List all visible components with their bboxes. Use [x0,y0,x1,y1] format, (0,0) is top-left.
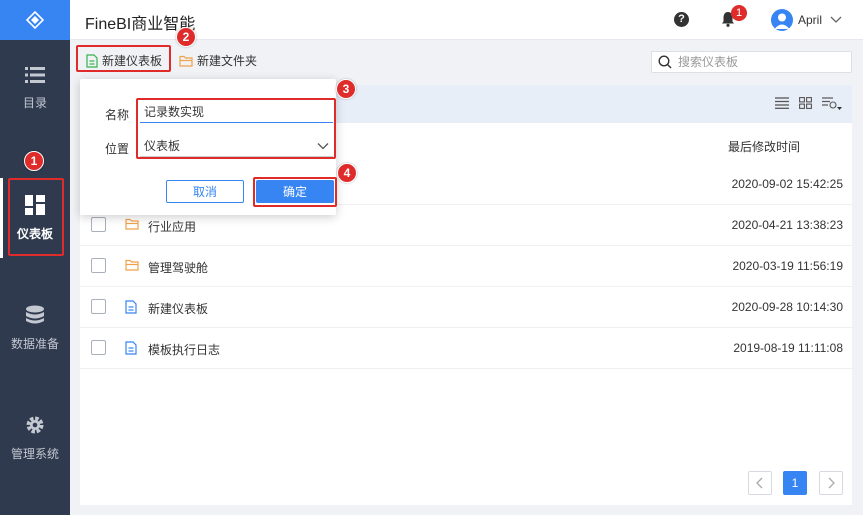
dashboard-file-icon [125,300,137,314]
list-view-icon[interactable] [775,97,789,109]
table-row[interactable]: 管理驾驶舱 2020-03-19 11:56:19 [80,246,852,287]
row-checkbox[interactable] [91,340,106,355]
sidebar-item-admin[interactable]: 管理系统 [0,398,70,478]
sidebar: 目录 仪表板 数据准备 管理系统 [0,0,70,515]
chevron-down-icon [317,143,329,150]
row-checkbox[interactable] [91,258,106,273]
sidebar-item-catalog[interactable]: 目录 [0,48,70,128]
row-name[interactable]: 行业应用 [148,218,196,235]
view-switcher [775,97,842,111]
avatar[interactable] [771,9,793,31]
location-select-value: 仪表板 [144,139,181,153]
notification-badge: 1 [731,5,747,21]
row-modified-time: 2019-08-19 11:11:08 [733,341,843,355]
confirm-button[interactable]: 确定 [256,180,334,203]
gear-icon [26,416,44,433]
new-dashboard-icon [86,53,98,68]
row-modified-time: 2020-04-21 13:38:23 [731,218,843,232]
location-select[interactable]: 仪表板 [140,135,333,157]
prev-page-button[interactable] [748,471,772,495]
table-row[interactable]: 新建仪表板 2020-09-28 10:14:30 [80,287,852,328]
row-name[interactable]: 管理驾驶舱 [148,259,208,276]
sidebar-item-label: 目录 [22,95,47,110]
dashboard-name-input[interactable] [140,101,333,123]
sidebar-item-label: 仪表板 [16,226,53,241]
page-button-current[interactable]: 1 [783,471,807,495]
folder-icon [125,218,139,230]
new-dashboard-button[interactable]: 新建仪表板 [86,52,162,69]
chevron-left-icon [756,477,763,489]
cancel-button[interactable]: 取消 [166,180,244,203]
dashboard-file-icon [125,341,137,355]
sort-icon[interactable] [822,97,842,111]
row-checkbox[interactable] [91,217,106,232]
folder-icon [179,55,193,67]
user-icon [774,13,790,29]
name-field-label: 名称 [105,108,130,122]
sidebar-item-dashboard[interactable]: 仪表板 [0,178,70,258]
chevron-down-icon[interactable] [830,13,842,25]
row-name[interactable]: 新建仪表板 [148,300,208,317]
step-badge-4: 4 [337,163,357,183]
sidebar-item-label: 数据准备 [10,336,59,351]
row-checkbox[interactable] [91,299,106,314]
user-name[interactable]: April [798,13,822,27]
list-icon [25,66,45,83]
folder-icon [125,259,139,271]
row-modified-time: 2020-09-28 10:14:30 [731,300,843,314]
search-input[interactable] [678,55,838,69]
row-name[interactable]: 模板执行日志 [148,341,220,358]
sidebar-item-label: 管理系统 [10,446,59,461]
dashboard-icon [25,194,45,215]
chevron-right-icon [828,477,835,489]
step-badge-2: 2 [176,27,196,47]
database-icon [26,305,44,323]
new-folder-button[interactable]: 新建文件夹 [179,52,257,69]
grid-view-icon[interactable] [799,97,812,109]
next-page-button[interactable] [819,471,843,495]
new-folder-label: 新建文件夹 [197,54,258,68]
column-header-modified[interactable]: 最后修改时间 [728,138,800,155]
step-badge-3: 3 [336,79,356,99]
logo[interactable] [0,0,70,40]
sidebar-item-data-prep[interactable]: 数据准备 [0,288,70,368]
step-badge-1: 1 [24,151,44,171]
search-box [651,51,852,73]
row-modified-time: 2020-03-19 11:56:19 [732,259,843,273]
help-icon[interactable]: ? [674,12,689,27]
new-dashboard-dialog: 名称 位置 仪表板 取消 确定 [80,79,336,215]
search-icon [658,55,672,69]
finebi-logo-icon [25,10,45,30]
location-field-label: 位置 [105,142,130,156]
row-modified-time: 2020-09-02 15:42:25 [731,177,843,191]
table-row[interactable]: 模板执行日志 2019-08-19 11:11:08 [80,328,852,369]
new-dashboard-label: 新建仪表板 [102,54,163,68]
